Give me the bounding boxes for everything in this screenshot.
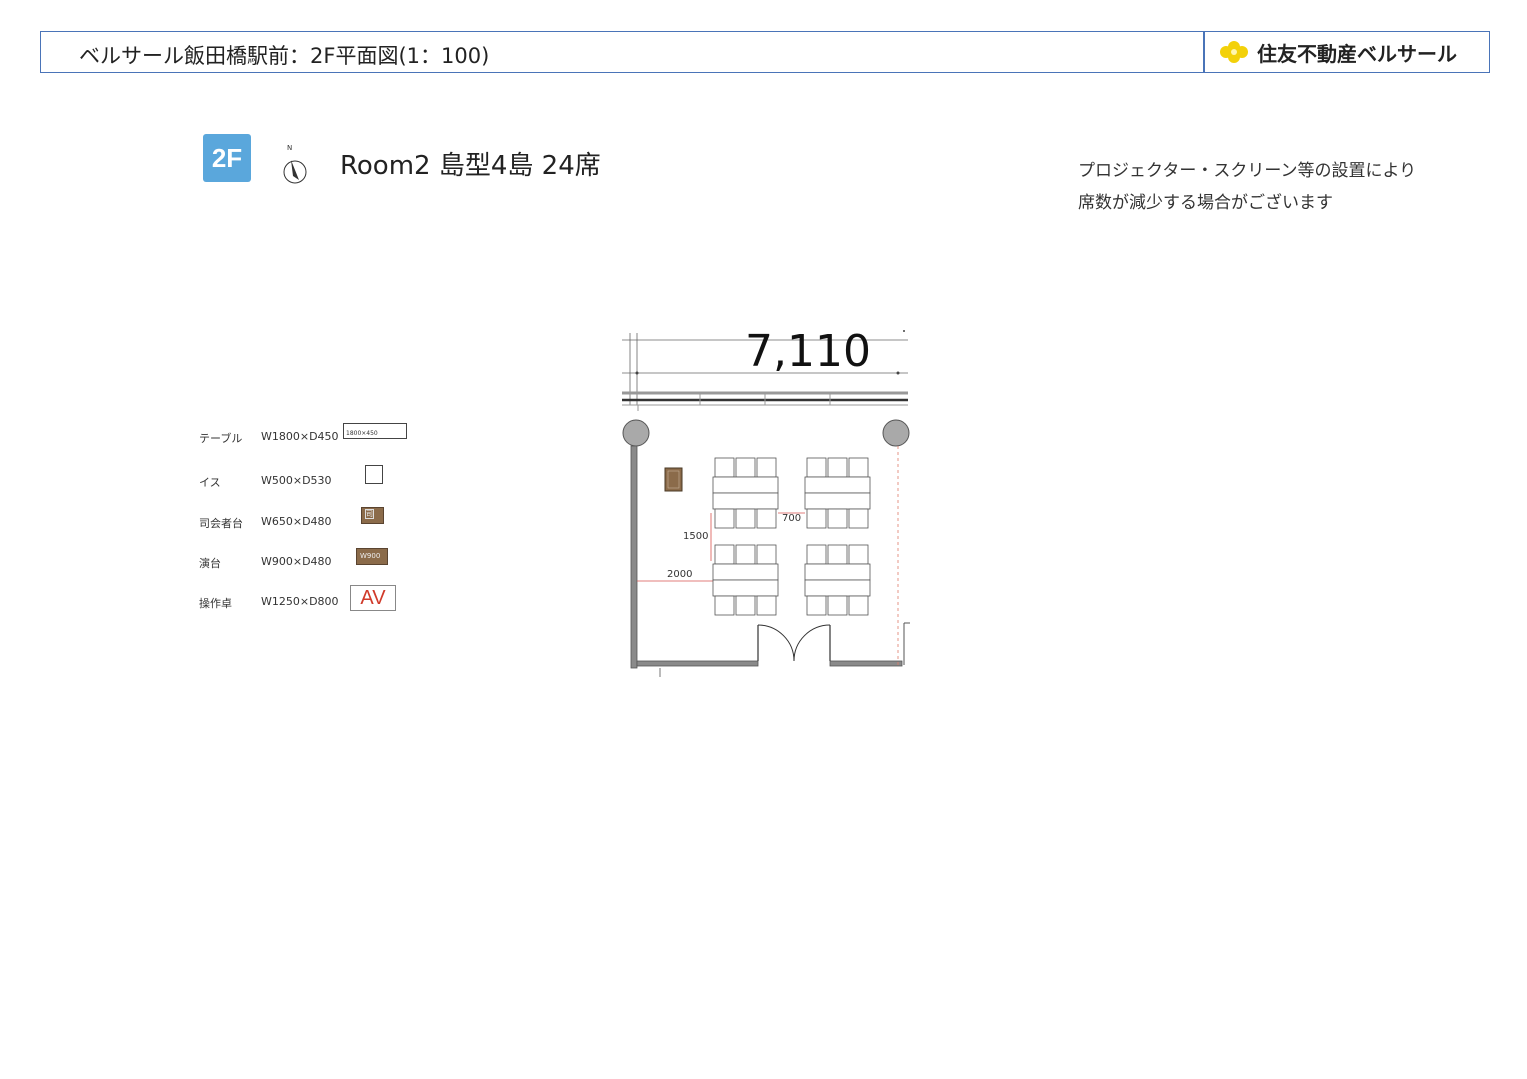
chair: [806, 457, 827, 478]
dim-horizontal-gap: 700: [782, 513, 802, 524]
mc-podium-swatch-label: 司: [365, 509, 374, 519]
chair: [827, 508, 848, 529]
chair: [806, 544, 827, 565]
legend-name: 操作卓: [199, 597, 232, 610]
chair: [714, 544, 735, 565]
mc-podium-swatch-icon: 司: [361, 507, 384, 524]
table: [712, 579, 779, 597]
table: [804, 492, 871, 510]
chair: [848, 457, 869, 478]
table: [712, 492, 779, 510]
chair: [735, 508, 756, 529]
legend-chair: イス W500×D530: [199, 465, 419, 492]
av-desk-swatch-icon: AV: [350, 585, 396, 611]
chair: [756, 595, 777, 616]
legend-lectern: 演台 W900×D480 W900: [199, 548, 419, 573]
seating-islands: [712, 457, 871, 616]
chair: [735, 544, 756, 565]
table: [712, 563, 779, 581]
table-swatch-label: 1800×450: [346, 430, 378, 437]
north-arrow-icon: [283, 160, 307, 184]
table: [804, 476, 871, 494]
chair: [806, 508, 827, 529]
legend-table: テーブル W1800×D450 1800×450: [199, 423, 419, 448]
room-title: Room2 島型4島 24席: [340, 151, 601, 181]
chair: [735, 457, 756, 478]
dim-vertical-gap: 1500: [683, 531, 709, 542]
table-swatch-icon: 1800×450: [343, 423, 407, 439]
brand-flower-icon: [1220, 41, 1248, 63]
header-divider: [1203, 32, 1205, 72]
brand-name: 住友不動産ベルサール: [1257, 41, 1457, 66]
chair: [827, 457, 848, 478]
table: [804, 579, 871, 597]
chair-swatch-icon: [365, 465, 383, 484]
legend-name: イス: [199, 476, 221, 489]
chair: [848, 595, 869, 616]
chair: [756, 544, 777, 565]
page-title: ベルサール飯田橋駅前：2F平面図(1：100): [79, 44, 490, 68]
legend-size: W1250×D800: [261, 595, 339, 608]
chair: [756, 457, 777, 478]
chair: [848, 544, 869, 565]
overall-width-label: 7,110: [745, 326, 871, 377]
chair: [735, 595, 756, 616]
legend-name: テーブル: [199, 432, 243, 445]
legend-mc-podium: 司会者台 W650×D480 司: [199, 507, 419, 533]
chair: [714, 595, 735, 616]
table: [804, 563, 871, 581]
notice-text: プロジェクター・スクリーン等の設置により 席数が減少する場合がございます: [1078, 155, 1416, 219]
table: [712, 476, 779, 494]
dim-wall-offset: 2000: [667, 569, 693, 580]
legend-size: W500×D530: [261, 474, 332, 487]
legend-size: W650×D480: [261, 515, 332, 528]
notice-line-1: プロジェクター・スクリーン等の設置により: [1078, 161, 1417, 181]
chair: [806, 595, 827, 616]
legend-size: W900×D480: [261, 555, 332, 568]
floor-plan: 7,110 700 1500 2000: [620, 325, 920, 685]
north-label: N: [287, 144, 293, 152]
chair: [756, 508, 777, 529]
chair: [827, 595, 848, 616]
brand-logo: 住友不動産ベルサール: [1217, 37, 1457, 67]
av-desk-swatch-label: AV: [360, 587, 386, 609]
legend-name: 演台: [199, 557, 221, 570]
chair: [827, 544, 848, 565]
lectern-swatch-label: W900: [360, 552, 381, 560]
header-bar: ベルサール飯田橋駅前：2F平面図(1：100) 住友不動産ベルサール: [40, 31, 1490, 73]
notice-line-2: 席数が減少する場合がございます: [1078, 193, 1333, 213]
chair: [714, 508, 735, 529]
chair: [714, 457, 735, 478]
legend-name: 司会者台: [199, 517, 243, 530]
lectern-swatch-icon: W900: [356, 548, 388, 565]
legend-av-desk: 操作卓 W1250×D800 AV: [199, 585, 419, 613]
chair: [848, 508, 869, 529]
legend-size: W1800×D450: [261, 430, 339, 443]
floor-badge: 2F: [203, 134, 251, 182]
